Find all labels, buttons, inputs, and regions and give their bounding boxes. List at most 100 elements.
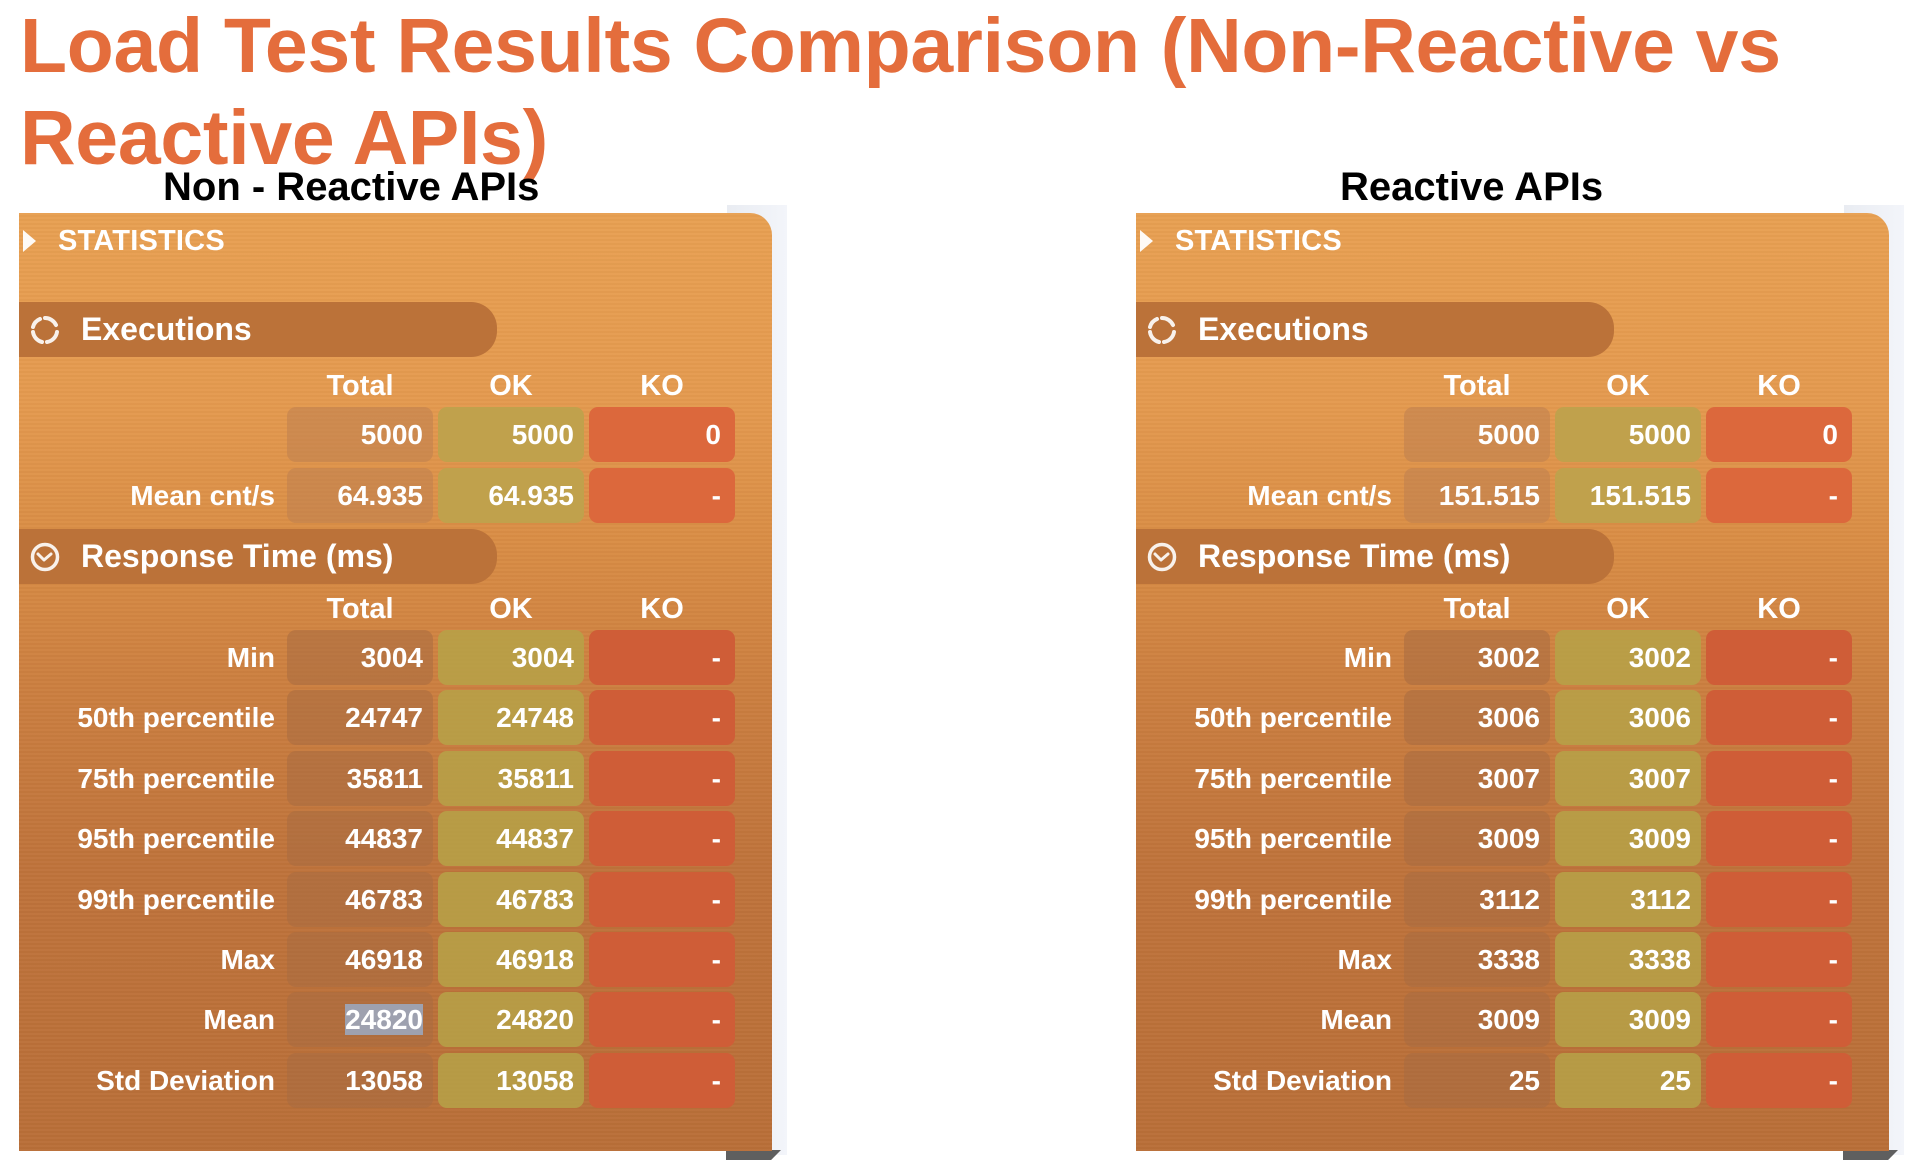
row-label: 99th percentile xyxy=(1194,884,1392,915)
panel-shadow xyxy=(1843,1150,1898,1160)
cell-total: 46783 xyxy=(287,872,433,927)
cell-ok: 5000 xyxy=(1555,407,1701,462)
column-header-total: Total xyxy=(1443,370,1511,402)
cell-ok: 13058 xyxy=(438,1053,584,1108)
row-label: Std Deviation xyxy=(96,1065,275,1096)
column-header-ko: KO xyxy=(1757,593,1801,625)
cell-total: 24747 xyxy=(287,690,433,745)
cell-total: 35811 xyxy=(287,751,433,806)
cell-ok: 3338 xyxy=(1555,932,1701,987)
row-label: Mean cnt/s xyxy=(130,480,275,511)
cell-ko: - xyxy=(1706,1053,1852,1108)
response-time-section-header: Response Time (ms) xyxy=(19,529,497,584)
clock-icon xyxy=(1146,541,1178,573)
executions-section-header: Executions xyxy=(1136,302,1614,357)
statistics-label: STATISTICS xyxy=(1175,224,1342,257)
cell-ok: 25 xyxy=(1555,1053,1701,1108)
row-label: Std Deviation xyxy=(1213,1065,1392,1096)
cell-ok: 35811 xyxy=(438,751,584,806)
cell-ok: 3009 xyxy=(1555,992,1701,1047)
triangle-right-icon xyxy=(23,230,36,252)
row-label: 50th percentile xyxy=(1194,702,1392,733)
response-time-section-header: Response Time (ms) xyxy=(1136,529,1614,584)
row-label: 95th percentile xyxy=(77,823,275,854)
triangle-right-icon xyxy=(1140,230,1153,252)
cell-ok: 64.935 xyxy=(438,468,584,523)
column-header-ok: OK xyxy=(489,370,533,402)
column-header-total: Total xyxy=(1443,593,1511,625)
cell-ok: 46783 xyxy=(438,872,584,927)
column-header-ok: OK xyxy=(1606,593,1650,625)
cell-ko: - xyxy=(589,751,735,806)
cell-ko: - xyxy=(1706,872,1852,927)
cell-total: 13058 xyxy=(287,1053,433,1108)
cell-ko: - xyxy=(589,630,735,685)
stats-panel-reactive: STATISTICS Executions Total OK KO 5000 5000 0… xyxy=(1136,205,1904,1162)
row-label: Mean xyxy=(203,1004,275,1035)
cell-total: 3009 xyxy=(1404,992,1550,1047)
cell-ko: - xyxy=(1706,992,1852,1047)
cell-total: 3004 xyxy=(287,630,433,685)
row-label: 75th percentile xyxy=(77,763,275,794)
cell-ok: 46918 xyxy=(438,932,584,987)
cell-total: 64.935 xyxy=(287,468,433,523)
executions-label: Executions xyxy=(81,311,252,347)
cell-total: 3009 xyxy=(1404,811,1550,866)
response-time-label: Response Time (ms) xyxy=(81,538,394,574)
cell-ko: - xyxy=(1706,811,1852,866)
panel-shadow xyxy=(726,1150,781,1160)
cell-ko: - xyxy=(589,992,735,1047)
row-label: Max xyxy=(220,944,275,975)
statistics-card: STATISTICS Executions Total OK KO 5000 5000 0… xyxy=(19,213,772,1151)
cell-ok: 44837 xyxy=(438,811,584,866)
row-label: Min xyxy=(1343,642,1392,673)
cell-ok: 3007 xyxy=(1555,751,1701,806)
cell-ko: - xyxy=(589,811,735,866)
cell-ok: 3002 xyxy=(1555,630,1701,685)
executions-section-header: Executions xyxy=(19,302,497,357)
cell-ko: - xyxy=(589,1053,735,1108)
cell-ko: - xyxy=(1706,751,1852,806)
cell-ko: 0 xyxy=(589,407,735,462)
column-header-ko: KO xyxy=(640,593,684,625)
cell-total: 24820 xyxy=(287,992,433,1047)
cell-ko: - xyxy=(1706,690,1852,745)
row-label: Min xyxy=(226,642,275,673)
row-label: Mean cnt/s xyxy=(1247,480,1392,511)
cell-total: 44837 xyxy=(287,811,433,866)
cell-ok: 151.515 xyxy=(1555,468,1701,523)
selected-text: 24820 xyxy=(345,1004,423,1035)
cell-total: 3007 xyxy=(1404,751,1550,806)
cell-total: 3338 xyxy=(1404,932,1550,987)
statistics-card: STATISTICS Executions Total OK KO 5000 5000 0… xyxy=(1136,213,1889,1151)
column-header-total: Total xyxy=(326,593,394,625)
cell-ok: 3006 xyxy=(1555,690,1701,745)
column-header-ok: OK xyxy=(1606,370,1650,402)
row-label: 75th percentile xyxy=(1194,763,1392,794)
row-label: Max xyxy=(1337,944,1392,975)
clock-icon xyxy=(29,541,61,573)
statistics-header[interactable]: STATISTICS xyxy=(23,223,225,259)
stats-panel-non-reactive: STATISTICS Executions Total OK KO 5000 5000 0… xyxy=(19,205,787,1162)
cell-total: 151.515 xyxy=(1404,468,1550,523)
cell-total: 3002 xyxy=(1404,630,1550,685)
cell-total: 5000 xyxy=(1404,407,1550,462)
statistics-label: STATISTICS xyxy=(58,224,225,257)
refresh-cycle-icon xyxy=(1146,314,1178,346)
panel-heading-non-reactive: Non - Reactive APIs xyxy=(163,165,540,209)
panel-heading-reactive: Reactive APIs xyxy=(1340,165,1604,209)
cell-ok: 3009 xyxy=(1555,811,1701,866)
column-header-total: Total xyxy=(326,370,394,402)
cell-total: 3112 xyxy=(1404,872,1550,927)
page-title: Load Test Results Comparison (Non-Reacti… xyxy=(20,3,1781,181)
cell-ko: - xyxy=(589,690,735,745)
cell-ko: - xyxy=(1706,932,1852,987)
row-label: 99th percentile xyxy=(77,884,275,915)
statistics-header[interactable]: STATISTICS xyxy=(1140,223,1342,259)
cell-ko: - xyxy=(1706,630,1852,685)
column-header-ko: KO xyxy=(640,370,684,402)
response-time-label: Response Time (ms) xyxy=(1198,538,1511,574)
refresh-cycle-icon xyxy=(29,314,61,346)
cell-ko: - xyxy=(589,872,735,927)
cell-total: 46918 xyxy=(287,932,433,987)
